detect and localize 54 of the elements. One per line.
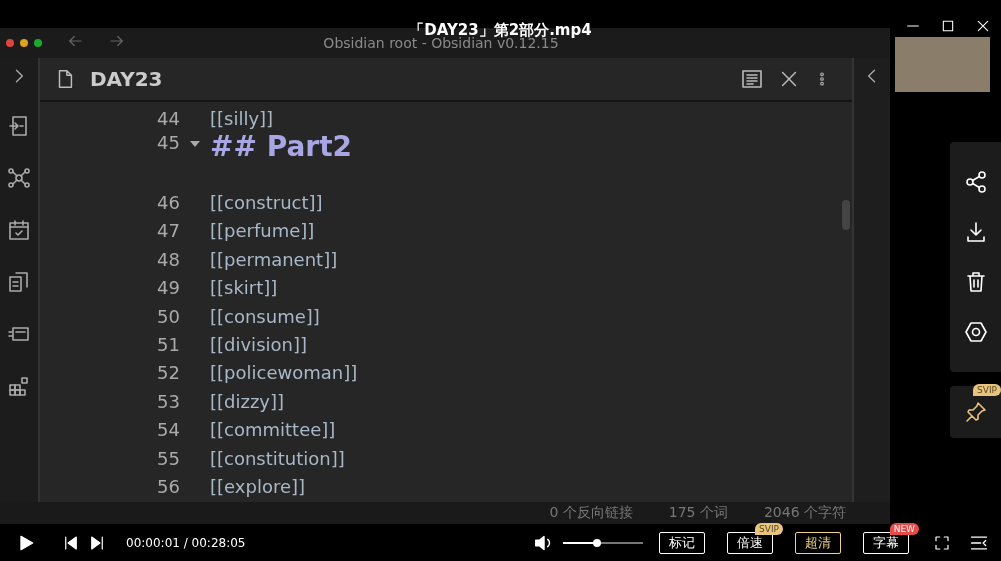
graph-icon[interactable]	[7, 166, 31, 190]
line-number: 54	[156, 419, 180, 441]
wiki-link[interactable]: [[construct]]	[210, 192, 323, 214]
share-icon[interactable]	[963, 170, 988, 194]
svip-badge: SVIP	[973, 384, 1001, 396]
line-number: 52	[156, 362, 180, 384]
calendar-check-icon[interactable]	[7, 218, 31, 242]
volume-slider[interactable]	[563, 541, 643, 544]
wiki-link[interactable]: [[permanent]]	[210, 248, 338, 270]
status-text: 0 个反向链接	[549, 504, 633, 522]
wiki-link[interactable]: [[policewoman]]	[210, 362, 358, 384]
wiki-link[interactable]: [[silly]]	[210, 107, 274, 129]
hexagon-ring-icon[interactable]	[963, 320, 988, 344]
wiki-link[interactable]: [[division]]	[210, 334, 307, 356]
playback-time: 00:00:01 / 00:28:05	[126, 535, 246, 550]
line-number: 55	[156, 447, 180, 469]
player-option-button[interactable]: 超清	[795, 531, 841, 554]
close-icon[interactable]	[975, 18, 991, 34]
wiki-link[interactable]: [[explore]]	[210, 476, 306, 497]
line-number: 49	[156, 277, 180, 299]
wiki-link[interactable]: [[skirt]]	[210, 277, 278, 299]
line-number: 50	[156, 305, 180, 327]
pin-icon[interactable]	[963, 400, 988, 424]
line-number: 47	[156, 220, 180, 242]
line-number: 45	[156, 132, 180, 154]
status-text: 2046 个字符	[763, 504, 846, 522]
status-text: 175 个词	[668, 504, 728, 522]
window-minimize-dot[interactable]	[20, 39, 28, 47]
blocks-icon[interactable]	[7, 374, 31, 398]
fold-caret-icon[interactable]	[189, 140, 201, 149]
option-badge: NEW	[889, 522, 919, 535]
wiki-link[interactable]: [[committee]]	[210, 419, 336, 441]
fullscreen-icon[interactable]	[933, 533, 951, 552]
scrollbar-thumb[interactable]	[842, 200, 850, 230]
line-number: 48	[156, 248, 180, 270]
previous-icon[interactable]	[62, 533, 80, 552]
copy-documents-icon[interactable]	[7, 270, 31, 294]
wiki-link[interactable]: [[perfume]]	[210, 220, 315, 242]
next-icon[interactable]	[88, 533, 106, 552]
wiki-link[interactable]: [[dizzy]]	[210, 390, 285, 412]
wiki-link[interactable]: [[consume]]	[210, 305, 320, 327]
heading-text: ## Part2	[210, 130, 352, 164]
reading-view-icon[interactable]	[740, 67, 764, 91]
maximize-icon[interactable]	[940, 18, 956, 34]
line-number: 53	[156, 390, 180, 412]
line-number: 51	[156, 334, 180, 356]
line-number: 44	[156, 107, 180, 129]
note-title: DAY23	[90, 67, 164, 91]
line-number: 46	[156, 192, 180, 214]
wiki-link[interactable]: [[constitution]]	[210, 447, 345, 469]
window-close-dot[interactable]	[6, 39, 14, 47]
line-number: 56	[156, 476, 180, 497]
window-zoom-dot[interactable]	[34, 39, 42, 47]
player-option-button[interactable]: 标记	[659, 531, 705, 554]
